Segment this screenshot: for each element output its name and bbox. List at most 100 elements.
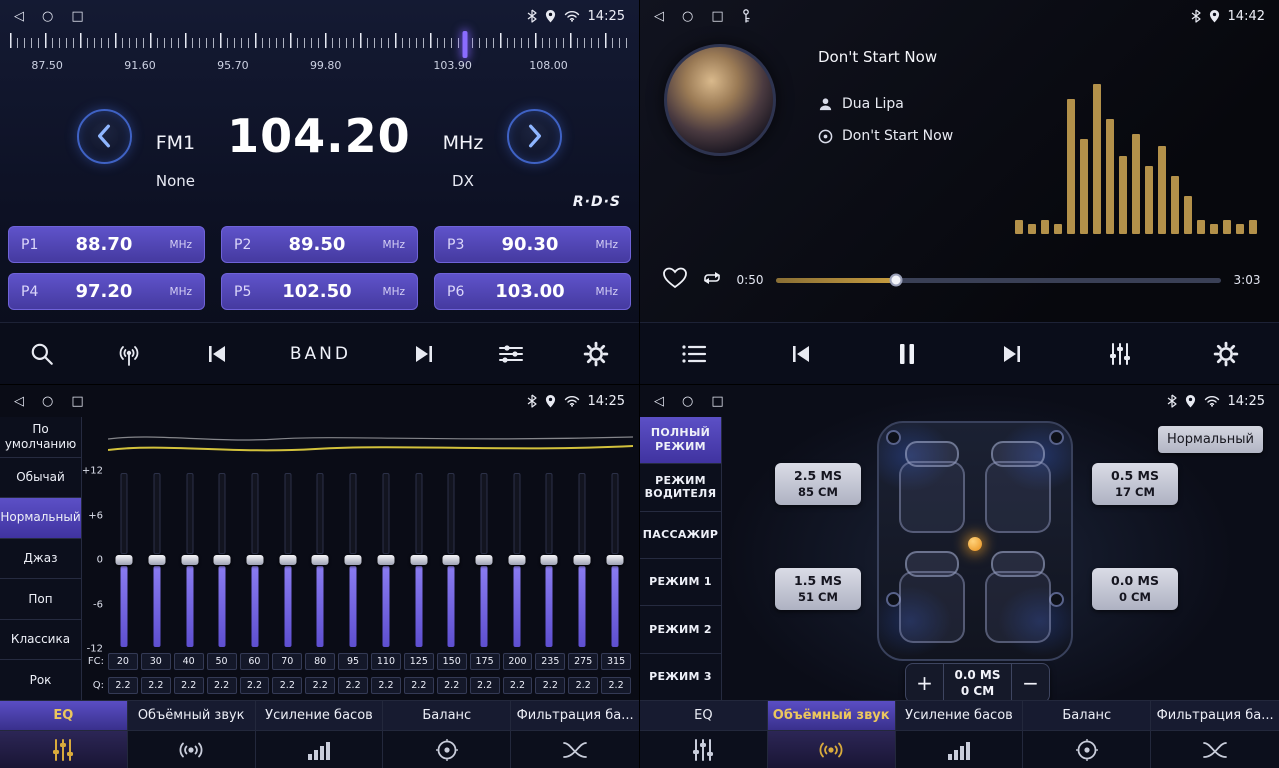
back-button[interactable]: ◁: [654, 10, 664, 23]
eq-band-slider[interactable]: [108, 471, 141, 649]
home-button[interactable]: ○: [682, 395, 693, 408]
speaker-distance-rear-right[interactable]: 0.0 MS 0 CM: [1092, 568, 1178, 610]
sound-mode-item[interactable]: ПАССАЖИР: [640, 512, 721, 559]
audio-tab[interactable]: Объёмный звук: [128, 701, 256, 768]
eq-band-slider[interactable]: [337, 471, 370, 649]
previous-track-button[interactable]: [787, 342, 815, 366]
eq-band-slider[interactable]: [304, 471, 337, 649]
tune-up-button[interactable]: [507, 109, 562, 164]
pause-button[interactable]: [895, 341, 919, 367]
tune-down-button[interactable]: [77, 109, 132, 164]
eq-preset-item[interactable]: По умолчанию: [0, 417, 81, 458]
eq-band-slider[interactable]: [435, 471, 468, 649]
home-button[interactable]: ○: [682, 10, 693, 23]
slider-handle[interactable]: [181, 555, 198, 565]
slider-handle[interactable]: [410, 555, 427, 565]
back-button[interactable]: ◁: [654, 395, 664, 408]
slider-handle[interactable]: [149, 555, 166, 565]
audio-tab[interactable]: Усиление басов: [896, 701, 1024, 768]
sound-mode-item[interactable]: РЕЖИМ 3: [640, 654, 721, 701]
slider-handle[interactable]: [508, 555, 525, 565]
eq-band-slider[interactable]: [566, 471, 599, 649]
slider-handle[interactable]: [606, 555, 623, 565]
sound-mode-item[interactable]: РЕЖИМ ВОДИТЕЛЯ: [640, 464, 721, 511]
slider-handle[interactable]: [443, 555, 460, 565]
home-button[interactable]: ○: [42, 395, 53, 408]
radio-preset-button[interactable]: P188.70MHz: [8, 226, 205, 263]
next-button[interactable]: [410, 342, 438, 366]
listening-position-dot[interactable]: [968, 537, 982, 551]
sound-mode-item[interactable]: ПОЛНЫЙ РЕЖИМ: [640, 417, 721, 464]
eq-band-slider[interactable]: [173, 471, 206, 649]
recents-button[interactable]: □: [711, 10, 723, 23]
sound-mode-item[interactable]: РЕЖИМ 1: [640, 559, 721, 606]
audio-tab[interactable]: Баланс: [1023, 701, 1151, 768]
eq-preset-item[interactable]: Классика: [0, 620, 81, 661]
slider-handle[interactable]: [573, 555, 590, 565]
sound-mode-item[interactable]: РЕЖИМ 2: [640, 606, 721, 653]
radio-preset-button[interactable]: P390.30MHz: [434, 226, 631, 263]
eq-band-slider[interactable]: [533, 471, 566, 649]
tune-settings-button[interactable]: [497, 342, 525, 366]
audio-tab[interactable]: Баланс: [383, 701, 511, 768]
slider-handle[interactable]: [279, 555, 296, 565]
audio-tab[interactable]: Фильтрация ба...: [511, 701, 639, 768]
repeat-button[interactable]: [700, 268, 724, 292]
audio-settings-button[interactable]: [1106, 341, 1134, 367]
audio-tab[interactable]: Объёмный звук: [768, 701, 896, 768]
favorite-button[interactable]: [662, 266, 688, 294]
eq-band-slider[interactable]: [239, 471, 272, 649]
audio-tab[interactable]: Фильтрация ба...: [1151, 701, 1279, 768]
eq-preset-item[interactable]: Нормальный: [0, 498, 81, 539]
eq-band-slider[interactable]: [402, 471, 435, 649]
previous-button[interactable]: [203, 342, 231, 366]
speaker-distance-rear-left[interactable]: 1.5 MS 51 CM: [775, 568, 861, 610]
audio-tab[interactable]: EQ: [640, 701, 768, 768]
radio-preset-button[interactable]: P289.50MHz: [221, 226, 418, 263]
radio-preset-button[interactable]: P5102.50MHz: [221, 273, 418, 310]
settings-button[interactable]: [583, 341, 609, 367]
speaker-distance-front-left[interactable]: 2.5 MS 85 CM: [775, 463, 861, 505]
broadcast-scan-button[interactable]: [114, 341, 144, 367]
slider-handle[interactable]: [116, 555, 133, 565]
progress-knob[interactable]: [890, 274, 903, 287]
slider-handle[interactable]: [541, 555, 558, 565]
back-button[interactable]: ◁: [14, 395, 24, 408]
decrease-button[interactable]: −: [1012, 664, 1049, 702]
slider-handle[interactable]: [312, 555, 329, 565]
eq-preset-item[interactable]: Джаз: [0, 539, 81, 580]
search-button[interactable]: [29, 341, 55, 367]
album-art[interactable]: [664, 44, 776, 156]
sound-preset-button[interactable]: Нормальный: [1158, 426, 1263, 453]
eq-band-slider[interactable]: [271, 471, 304, 649]
eq-preset-item[interactable]: Поп: [0, 579, 81, 620]
eq-band-slider[interactable]: [206, 471, 239, 649]
radio-preset-button[interactable]: P6103.00MHz: [434, 273, 631, 310]
slider-handle[interactable]: [247, 555, 264, 565]
radio-preset-button[interactable]: P497.20MHz: [8, 273, 205, 310]
recents-button[interactable]: □: [71, 10, 83, 23]
slider-handle[interactable]: [377, 555, 394, 565]
home-button[interactable]: ○: [42, 10, 53, 23]
recents-button[interactable]: □: [71, 395, 83, 408]
speaker-distance-front-right[interactable]: 0.5 MS 17 CM: [1092, 463, 1178, 505]
eq-band-slider[interactable]: [468, 471, 501, 649]
slider-handle[interactable]: [345, 555, 362, 565]
eq-preset-item[interactable]: Обычай: [0, 458, 81, 499]
audio-tab[interactable]: EQ: [0, 701, 128, 768]
seek-bar[interactable]: [776, 278, 1221, 283]
eq-band-slider[interactable]: [598, 471, 631, 649]
next-track-button[interactable]: [998, 342, 1026, 366]
band-button[interactable]: BAND: [290, 344, 351, 364]
eq-band-slider[interactable]: [141, 471, 174, 649]
audio-tab[interactable]: Усиление басов: [256, 701, 384, 768]
recents-button[interactable]: □: [711, 395, 723, 408]
slider-handle[interactable]: [475, 555, 492, 565]
frequency-scale[interactable]: 87.5091.6095.7099.80103.90108.00: [10, 33, 629, 85]
eq-band-slider[interactable]: [370, 471, 403, 649]
slider-handle[interactable]: [214, 555, 231, 565]
queue-button[interactable]: [680, 342, 708, 366]
back-button[interactable]: ◁: [14, 10, 24, 23]
eq-band-slider[interactable]: [500, 471, 533, 649]
eq-preset-item[interactable]: Рок: [0, 660, 81, 701]
